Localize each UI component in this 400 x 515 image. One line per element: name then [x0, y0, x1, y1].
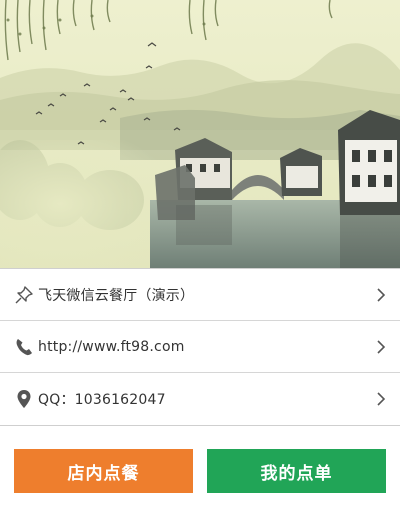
divider	[0, 425, 400, 426]
chevron-right-icon	[377, 287, 386, 302]
qq-row[interactable]: QQ：1036162047	[0, 372, 400, 424]
website-link: http://www.ft98.com	[38, 338, 185, 355]
website-row[interactable]: http://www.ft98.com	[0, 320, 400, 372]
restaurant-name-row[interactable]: 飞天微信云餐厅（演示）	[0, 268, 400, 320]
pin-icon	[14, 285, 34, 305]
water-town-painting	[0, 0, 400, 268]
my-orders-button[interactable]: 我的点单	[207, 449, 386, 493]
chevron-right-icon	[377, 339, 386, 354]
restaurant-name: 飞天微信云餐厅（演示）	[38, 287, 195, 304]
banner-image	[0, 0, 400, 268]
chevron-right-icon	[377, 391, 386, 406]
phone-icon	[14, 337, 34, 357]
dine-in-order-button[interactable]: 店内点餐	[14, 449, 193, 493]
qq-number: QQ：1036162047	[38, 391, 166, 408]
info-list: 飞天微信云餐厅（演示） http://www.ft98.com QQ：10361…	[0, 268, 400, 424]
location-pin-icon	[14, 389, 34, 409]
